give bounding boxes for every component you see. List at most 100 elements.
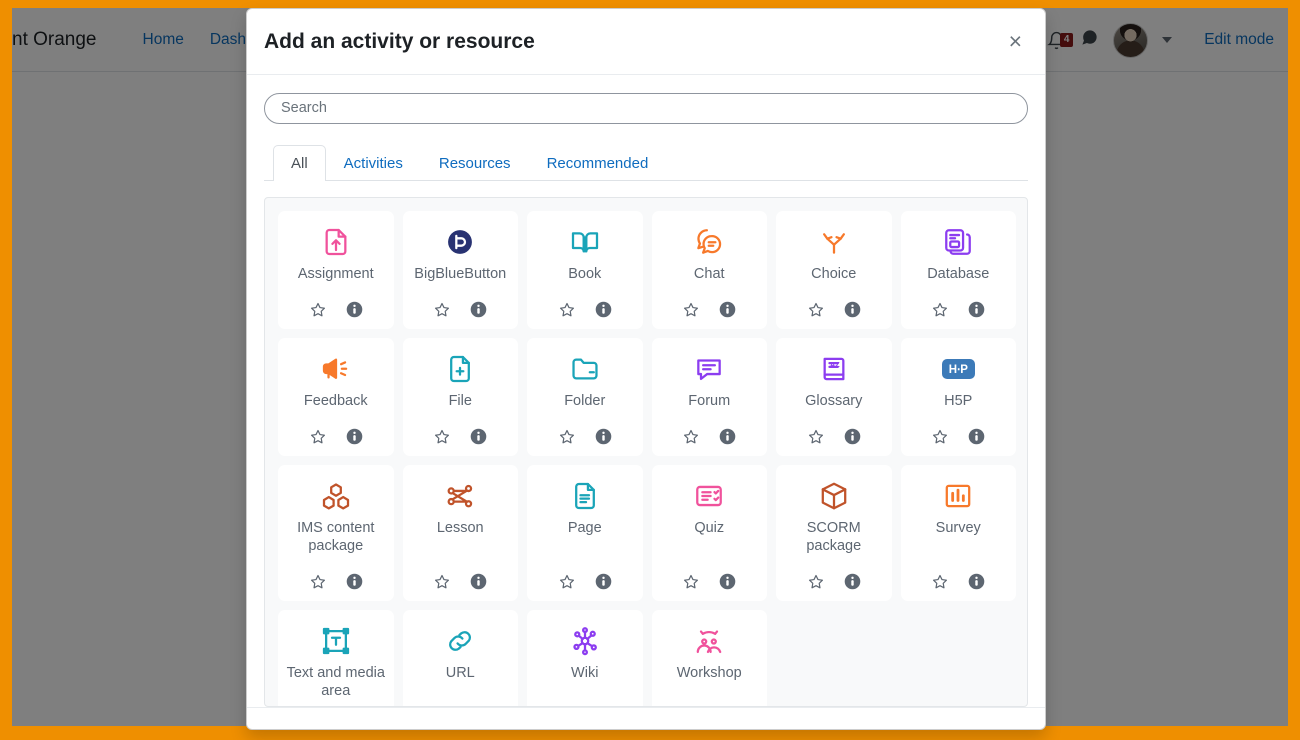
chooser-container: Assignment BigBlueButton Book Chat Choice Dat… xyxy=(264,197,1028,707)
star-icon[interactable] xyxy=(682,428,700,446)
info-icon[interactable] xyxy=(346,573,363,590)
star-icon[interactable] xyxy=(558,301,576,319)
star-icon[interactable] xyxy=(682,301,700,319)
url-icon xyxy=(444,621,476,661)
star-icon[interactable] xyxy=(931,301,949,319)
activity-card-actions xyxy=(309,428,363,446)
database-icon xyxy=(942,222,974,262)
activity-card-actions xyxy=(931,301,985,319)
activity-card-feedback[interactable]: Feedback xyxy=(278,338,394,456)
activity-card-folder[interactable]: Folder xyxy=(527,338,643,456)
activity-card-actions xyxy=(807,301,861,319)
activity-card-page[interactable]: Page xyxy=(527,465,643,601)
activity-card-label: Page xyxy=(566,519,604,568)
star-icon[interactable] xyxy=(807,573,825,591)
info-icon[interactable] xyxy=(595,573,612,590)
star-icon[interactable] xyxy=(433,428,451,446)
scorm-package-icon xyxy=(818,476,850,516)
info-icon[interactable] xyxy=(844,428,861,445)
activity-card-chat[interactable]: Chat xyxy=(652,211,768,329)
feedback-icon xyxy=(320,349,352,389)
workshop-icon xyxy=(693,621,725,661)
activity-card-actions xyxy=(433,301,487,319)
info-icon[interactable] xyxy=(968,301,985,318)
activity-card-actions xyxy=(433,573,487,591)
h5p-badge-label: H⋅P xyxy=(942,359,975,379)
screen: nt Orange Home Dashboar 4 xyxy=(0,0,1300,740)
activity-card-text-and-media-area[interactable]: Text and media area xyxy=(278,610,394,707)
activity-card-label: IMS content package xyxy=(283,519,389,568)
info-icon[interactable] xyxy=(968,573,985,590)
activity-card-choice[interactable]: Choice xyxy=(776,211,892,329)
activity-card-label: SCORM package xyxy=(781,519,887,568)
activity-card-lesson[interactable]: Lesson xyxy=(403,465,519,601)
activity-card-actions xyxy=(807,573,861,591)
activity-card-workshop[interactable]: Workshop xyxy=(652,610,768,707)
tab-activities[interactable]: Activities xyxy=(326,145,421,181)
star-icon[interactable] xyxy=(931,428,949,446)
activity-card-label: URL xyxy=(444,664,477,707)
close-button[interactable]: × xyxy=(1003,26,1028,57)
modal-title: Add an activity or resource xyxy=(264,30,1003,54)
activity-card-label: BigBlueButton xyxy=(412,265,508,296)
activity-card-label: Feedback xyxy=(302,392,370,423)
star-icon[interactable] xyxy=(807,301,825,319)
activity-card-bigbluebutton[interactable]: BigBlueButton xyxy=(403,211,519,329)
info-icon[interactable] xyxy=(595,428,612,445)
activity-card-label: Lesson xyxy=(435,519,486,568)
activity-card-assignment[interactable]: Assignment xyxy=(278,211,394,329)
activity-card-forum[interactable]: Forum xyxy=(652,338,768,456)
activity-card-quiz[interactable]: Quiz xyxy=(652,465,768,601)
quiz-icon xyxy=(693,476,725,516)
activity-card-actions xyxy=(807,428,861,446)
star-icon[interactable] xyxy=(931,573,949,591)
glossary-icon: AZ xyxy=(818,349,850,389)
info-icon[interactable] xyxy=(844,301,861,318)
info-icon[interactable] xyxy=(346,428,363,445)
star-icon[interactable] xyxy=(558,573,576,591)
activity-card-label: Chat xyxy=(692,265,727,296)
info-icon[interactable] xyxy=(470,428,487,445)
info-icon[interactable] xyxy=(719,301,736,318)
svg-text:AZ: AZ xyxy=(830,360,840,369)
info-icon[interactable] xyxy=(470,573,487,590)
add-activity-modal: Add an activity or resource × All Activi… xyxy=(246,8,1046,730)
star-icon[interactable] xyxy=(309,573,327,591)
activity-card-label: Forum xyxy=(686,392,732,423)
activity-card-scorm-package[interactable]: SCORM package xyxy=(776,465,892,601)
book-icon xyxy=(569,222,601,262)
tab-resources[interactable]: Resources xyxy=(421,145,529,181)
star-icon[interactable] xyxy=(807,428,825,446)
page-icon xyxy=(569,476,601,516)
activity-card-survey[interactable]: Survey xyxy=(901,465,1017,601)
tab-all[interactable]: All xyxy=(273,145,326,181)
info-icon[interactable] xyxy=(595,301,612,318)
star-icon[interactable] xyxy=(309,428,327,446)
lesson-icon xyxy=(444,476,476,516)
star-icon[interactable] xyxy=(433,573,451,591)
tab-recommended[interactable]: Recommended xyxy=(529,145,667,181)
activity-card-label: Wiki xyxy=(569,664,600,707)
info-icon[interactable] xyxy=(719,573,736,590)
activity-card-file[interactable]: File xyxy=(403,338,519,456)
search-input[interactable] xyxy=(264,93,1028,124)
activity-grid: Assignment BigBlueButton Book Chat Choice Dat… xyxy=(278,211,1016,707)
info-icon[interactable] xyxy=(470,301,487,318)
info-icon[interactable] xyxy=(719,428,736,445)
activity-card-ims-content-package[interactable]: IMS content package xyxy=(278,465,394,601)
activity-card-book[interactable]: Book xyxy=(527,211,643,329)
star-icon[interactable] xyxy=(558,428,576,446)
star-icon[interactable] xyxy=(682,573,700,591)
activity-card-wiki[interactable]: Wiki xyxy=(527,610,643,707)
info-icon[interactable] xyxy=(346,301,363,318)
activity-card-label: Database xyxy=(925,265,991,296)
info-icon[interactable] xyxy=(968,428,985,445)
activity-card-url[interactable]: URL xyxy=(403,610,519,707)
star-icon[interactable] xyxy=(309,301,327,319)
activity-card-glossary[interactable]: AZGlossary xyxy=(776,338,892,456)
activity-card-actions xyxy=(558,428,612,446)
info-icon[interactable] xyxy=(844,573,861,590)
star-icon[interactable] xyxy=(433,301,451,319)
activity-card-h5p[interactable]: H⋅PH5P xyxy=(901,338,1017,456)
activity-card-database[interactable]: Database xyxy=(901,211,1017,329)
